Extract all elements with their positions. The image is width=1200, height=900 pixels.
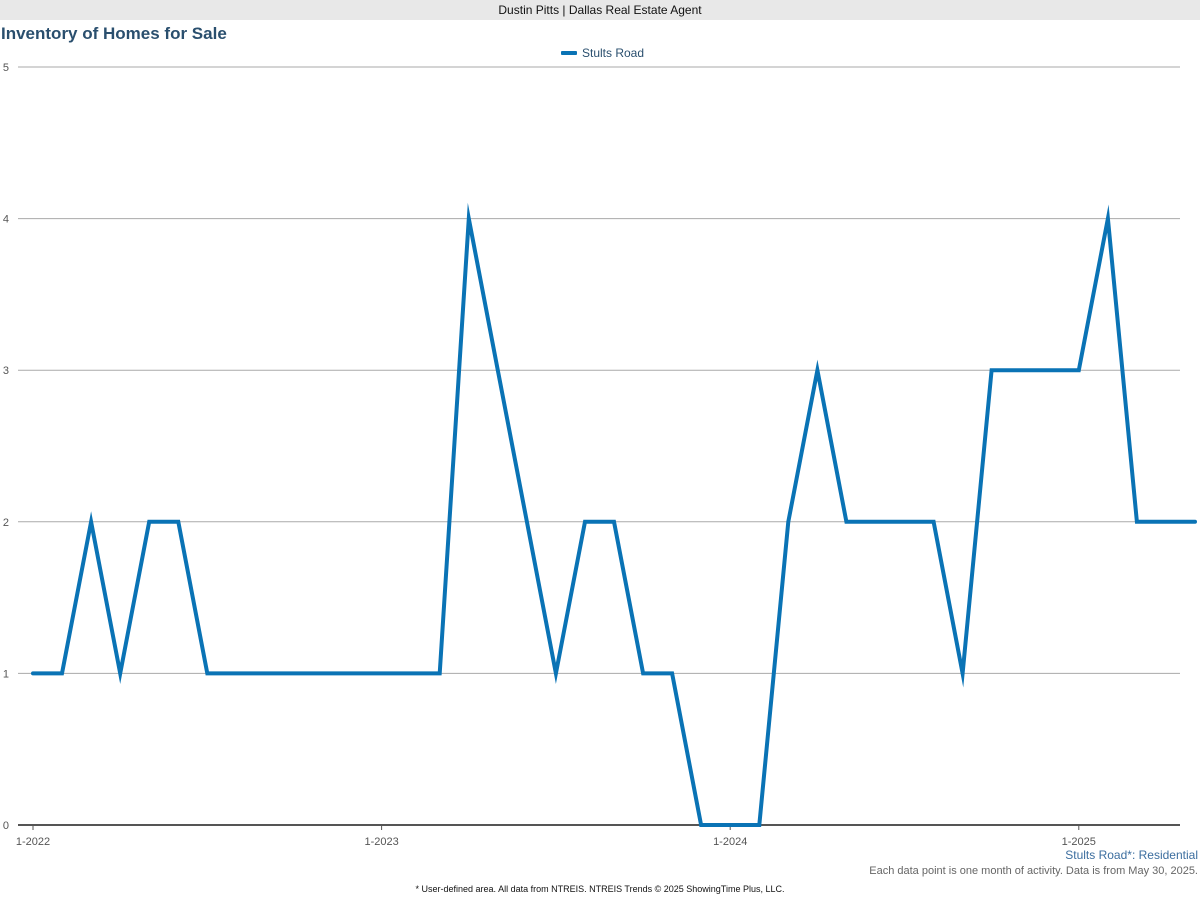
- data-point: [903, 520, 907, 524]
- data-point: [1135, 520, 1139, 524]
- y-tick-label: 2: [3, 517, 9, 529]
- data-point: [467, 217, 471, 221]
- data-point: [554, 671, 558, 675]
- x-tick-label: 1-2025: [1062, 836, 1096, 848]
- data-point: [728, 823, 732, 827]
- y-tick-label: 0: [3, 820, 9, 832]
- data-point: [322, 671, 326, 675]
- data-point: [1164, 520, 1168, 524]
- data-point: [932, 520, 936, 524]
- data-point: [496, 368, 500, 372]
- y-tick-label: 1: [3, 668, 9, 680]
- data-point: [409, 671, 413, 675]
- line-chart: 0 1 2 3 4 5 1-2022 1-2023 1-2024 1-2025: [3, 62, 1197, 848]
- y-tick-label: 4: [3, 214, 9, 226]
- data-point: [351, 671, 355, 675]
- x-tick-label: 1-2023: [364, 836, 398, 848]
- data-point: [1019, 368, 1023, 372]
- data-point: [89, 520, 93, 524]
- data-point: [1077, 368, 1081, 372]
- data-point: [961, 671, 965, 675]
- y-tick-label: 3: [3, 365, 9, 377]
- data-point: [670, 671, 674, 675]
- data-point: [438, 671, 442, 675]
- data-point: [118, 671, 122, 675]
- data-point: [31, 671, 35, 675]
- data-point: [147, 520, 151, 524]
- data-point: [757, 823, 761, 827]
- data-point: [380, 671, 384, 675]
- data-point: [205, 671, 209, 675]
- data-point: [1193, 520, 1197, 524]
- data-point: [176, 520, 180, 524]
- data-point: [1106, 217, 1110, 221]
- data-note: Each data point is one month of activity…: [869, 865, 1198, 877]
- y-tick-label: 5: [3, 62, 9, 74]
- data-point: [292, 671, 296, 675]
- data-point: [699, 823, 703, 827]
- footnote: * User-defined area. All data from NTREI…: [415, 884, 785, 894]
- data-point: [1048, 368, 1052, 372]
- data-point: [786, 520, 790, 524]
- data-point: [60, 671, 64, 675]
- data-point: [612, 520, 616, 524]
- data-point: [990, 368, 994, 372]
- data-point: [234, 671, 238, 675]
- data-point: [263, 671, 267, 675]
- area-label: Stults Road*: Residential: [1065, 848, 1198, 862]
- data-point: [844, 520, 848, 524]
- data-point: [583, 520, 587, 524]
- data-point: [641, 671, 645, 675]
- x-tick-label: 1-2024: [713, 836, 747, 848]
- x-tick-label: 1-2022: [16, 836, 50, 848]
- data-point: [525, 520, 529, 524]
- data-point: [874, 520, 878, 524]
- data-point: [815, 368, 819, 372]
